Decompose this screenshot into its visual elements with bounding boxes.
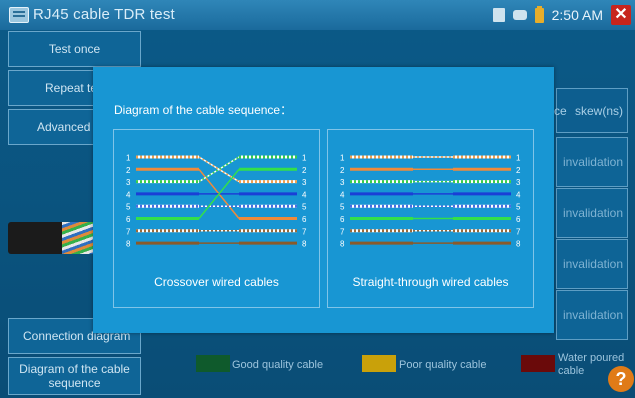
pin-number-left: 8	[340, 240, 345, 249]
pin-number-right: 1	[516, 154, 521, 163]
water-poured-swatch	[521, 355, 555, 372]
good-quality-label: Good quality cable	[232, 359, 324, 371]
usb-icon	[512, 10, 527, 20]
pin-number-left: 3	[126, 178, 131, 187]
dialog-title: Diagram of the cable sequence：	[114, 103, 293, 117]
screen: RJ45 cable TDR test 2:50 AM ✕ Test once …	[0, 0, 635, 398]
pin-number-right: 2	[302, 166, 307, 175]
app-icon	[9, 7, 29, 23]
pin-number-left: 8	[126, 240, 131, 249]
close-icon[interactable]: ✕	[611, 5, 631, 25]
app-title: RJ45 cable TDR test	[33, 6, 175, 23]
cable-sequence-diagram-button[interactable]: Diagram of the cable sequence	[8, 357, 141, 395]
help-icon[interactable]: ?	[608, 366, 634, 392]
pin-number-right: 7	[516, 227, 521, 236]
pin-number-left: 6	[126, 215, 131, 224]
title-bar: RJ45 cable TDR test 2:50 AM ✕	[0, 0, 635, 30]
pin-number-right: 4	[516, 190, 521, 199]
pin-number-right: 2	[516, 166, 521, 175]
straight-through-caption: Straight-through wired cables	[352, 275, 509, 289]
pin-number-right: 6	[516, 215, 521, 224]
header-prefix: ce	[554, 103, 567, 118]
pin-number-left: 3	[340, 178, 345, 187]
table-row: invalidation	[556, 290, 628, 340]
cable-plug-image	[8, 222, 66, 254]
sd-card-icon	[492, 8, 505, 22]
pin-number-right: 8	[516, 240, 521, 249]
table-row: invalidation	[556, 188, 628, 238]
pin-number-left: 4	[340, 190, 345, 199]
straight-through-diagram-panel: 1 1 2 2 3 3 4 4 5 5 6 6 7 7 8 8 Straight-through wired …	[327, 129, 534, 308]
test-once-button[interactable]: Test once	[8, 31, 141, 67]
status-area: 2:50 AM ✕	[492, 4, 631, 26]
crossover-diagram-panel: 1 1 2 2 3 3 4 4 5 5 6 6 7 7 8 8 Crossover wired cables	[113, 129, 320, 308]
pin-number-left: 4	[126, 190, 131, 199]
poor-quality-label: Poor quality cable	[399, 359, 487, 371]
pin-number-left: 5	[126, 203, 131, 212]
table-row: invalidation	[556, 239, 628, 289]
pin-number-left: 2	[340, 166, 345, 175]
results-table: ce skew(ns) invalidation invalidation in…	[554, 88, 628, 341]
pin-number-left: 5	[340, 203, 345, 212]
pin-number-left: 1	[126, 154, 131, 163]
table-row: invalidation	[556, 137, 628, 187]
pin-number-right: 1	[302, 154, 307, 163]
pin-number-left: 6	[340, 215, 345, 224]
battery-icon	[534, 5, 544, 23]
pin-number-left: 1	[340, 154, 345, 163]
pin-number-right: 5	[302, 203, 307, 212]
skew-column-header: ce skew(ns)	[554, 88, 628, 133]
pin-number-right: 8	[302, 240, 307, 249]
cable-wires-image	[62, 222, 94, 254]
cable-sequence-dialog[interactable]: Diagram of the cable sequence： 1 1 2 2 3 3 4 4 5…	[93, 67, 554, 333]
good-quality-swatch	[196, 355, 230, 372]
pin-number-right: 4	[302, 190, 307, 199]
clock: 2:50 AM	[551, 7, 603, 23]
pin-number-right: 3	[302, 178, 307, 187]
pin-number-right: 7	[302, 227, 307, 236]
skew-header-label: skew(ns)	[574, 103, 623, 118]
pin-number-right: 3	[516, 178, 521, 187]
pin-number-right: 6	[302, 215, 307, 224]
pin-number-left: 7	[126, 227, 131, 236]
pin-number-left: 2	[126, 166, 131, 175]
crossover-caption: Crossover wired cables	[154, 275, 279, 289]
pin-number-left: 7	[340, 227, 345, 236]
pin-number-right: 5	[516, 203, 521, 212]
poor-quality-swatch	[362, 355, 396, 372]
